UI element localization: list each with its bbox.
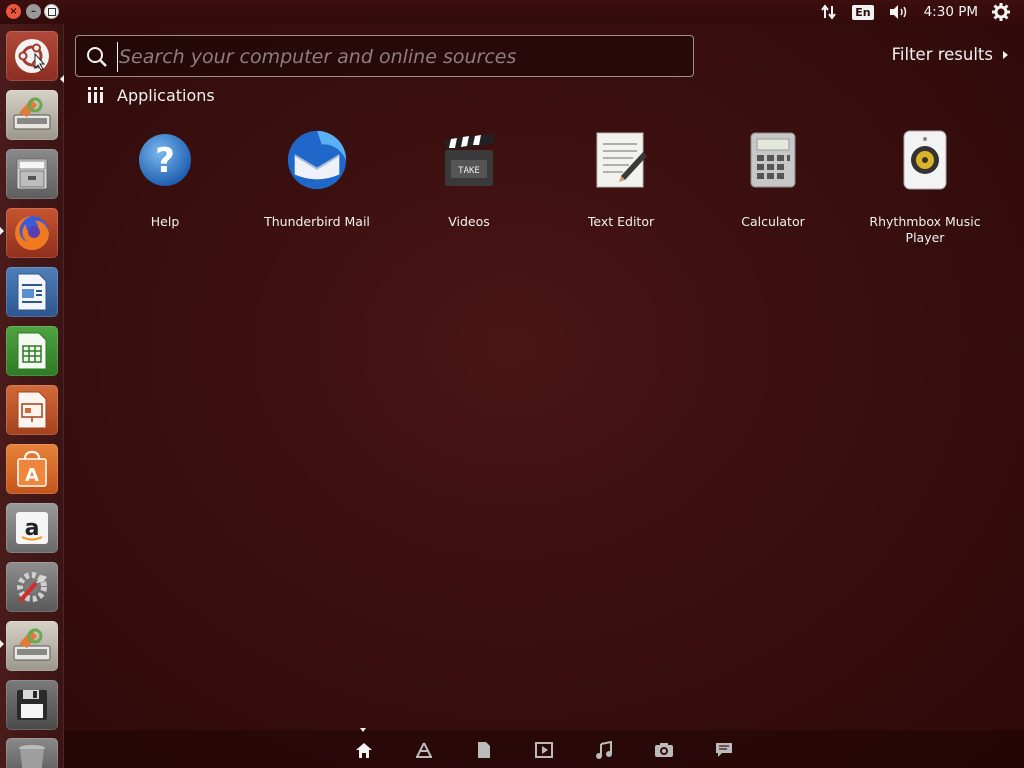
launcher-dash-home[interactable] [6, 31, 58, 81]
floppy-disk-icon [17, 690, 47, 720]
camera-icon [655, 743, 673, 757]
launcher-libreoffice-calc[interactable] [6, 326, 58, 376]
music-note-icon [596, 741, 612, 759]
chevron-right-icon [1003, 50, 1008, 59]
launcher-running-indicator-2 [0, 640, 4, 648]
gear-icon [992, 3, 1010, 21]
search-input[interactable] [117, 42, 686, 72]
clapperboard-icon: TAKE [445, 134, 494, 186]
help-icon: ? [139, 134, 191, 186]
launcher-files[interactable] [6, 149, 58, 199]
installer-icon [13, 97, 51, 130]
close-icon: × [9, 5, 18, 17]
ubuntu-logo-icon [15, 39, 49, 73]
chat-bubble-icon [716, 743, 732, 757]
calc-icon [17, 332, 47, 370]
launcher-libreoffice-writer[interactable] [6, 267, 58, 317]
active-lens-marker [360, 728, 366, 732]
lens-music[interactable] [594, 740, 614, 760]
thunderbird-icon [287, 130, 347, 190]
app-label: Calculator [741, 214, 805, 229]
search-box [75, 35, 694, 77]
close-window-button[interactable]: × [6, 4, 21, 19]
app-label: Text Editor [587, 214, 655, 229]
speaker-icon [903, 130, 947, 190]
settings-wrench-icon [17, 572, 47, 603]
app-videos[interactable]: TAKE Videos [393, 128, 545, 230]
app-label: Thunderbird Mail [264, 214, 370, 229]
top-panel: × – En 4:30 PM [0, 0, 1024, 24]
launcher-floppy[interactable] [6, 680, 58, 730]
app-calculator[interactable]: Calculator [697, 128, 849, 230]
launcher-active-arrow [60, 75, 64, 83]
file-lens-icon [478, 742, 490, 758]
app-text-editor[interactable]: Text Editor [545, 128, 697, 230]
firefox-icon [15, 216, 49, 250]
launcher-install-ubuntu[interactable] [6, 90, 58, 140]
search-icon [87, 47, 107, 67]
filter-results-label: Filter results [891, 45, 993, 64]
launcher: A a [0, 24, 64, 768]
lens-home[interactable] [354, 740, 374, 760]
launcher-trash[interactable] [6, 738, 58, 768]
category-header[interactable]: Applications [87, 85, 215, 105]
trash-icon [19, 745, 45, 768]
applications-category-icon [88, 87, 103, 103]
svg-text:A: A [25, 465, 39, 486]
lens-photos[interactable] [654, 740, 674, 760]
file-cabinet-icon [16, 158, 48, 190]
lens-applications[interactable] [414, 740, 434, 760]
filter-results-button[interactable]: Filter results [892, 45, 1008, 64]
lens-files[interactable] [474, 740, 494, 760]
app-label: Help [150, 214, 180, 229]
software-bag-icon: A [17, 450, 47, 487]
home-icon [356, 743, 372, 758]
lens-videos[interactable] [534, 740, 554, 760]
writer-icon [17, 273, 47, 311]
text-editor-icon [596, 132, 647, 188]
launcher-system-settings[interactable] [6, 562, 58, 612]
app-thunderbird-mail[interactable]: Thunderbird Mail [241, 128, 393, 230]
launcher-install-ubuntu-2[interactable] [6, 621, 58, 671]
network-arrows-icon [821, 4, 837, 20]
indicator-area: En 4:30 PM [820, 0, 1024, 24]
impress-icon [17, 391, 47, 429]
clock[interactable]: 4:30 PM [924, 4, 978, 20]
volume-indicator[interactable] [888, 4, 910, 20]
svg-text:TAKE: TAKE [458, 166, 480, 176]
app-label: Rhythmbox Music Player [869, 214, 981, 245]
lens-social[interactable] [714, 740, 734, 760]
launcher-ubuntu-software[interactable]: A [6, 444, 58, 494]
launcher-firefox[interactable] [6, 208, 58, 258]
installer-icon [13, 628, 51, 661]
app-rhythmbox-music-player[interactable]: Rhythmbox Music Player [849, 128, 1001, 246]
maximize-icon [47, 7, 56, 16]
app-help[interactable]: ? Help [89, 128, 241, 230]
minimize-window-button[interactable]: – [26, 4, 41, 19]
launcher-running-indicator [0, 227, 4, 235]
svg-text:?: ? [155, 141, 175, 181]
maximize-window-button[interactable] [44, 4, 59, 19]
applications-lens-icon [416, 742, 432, 758]
category-label: Applications [117, 85, 215, 105]
speaker-icon [889, 5, 906, 19]
amazon-icon: a [16, 512, 48, 544]
app-label: Videos [448, 214, 490, 229]
calculator-icon [750, 132, 796, 188]
keyboard-language-indicator[interactable]: En [852, 4, 874, 20]
minimize-icon: – [31, 5, 36, 17]
network-indicator[interactable] [820, 3, 838, 21]
launcher-amazon[interactable]: a [6, 503, 58, 553]
svg-text:a: a [25, 516, 40, 541]
session-menu[interactable] [992, 3, 1010, 21]
video-lens-icon [535, 742, 553, 758]
launcher-libreoffice-impress[interactable] [6, 385, 58, 435]
